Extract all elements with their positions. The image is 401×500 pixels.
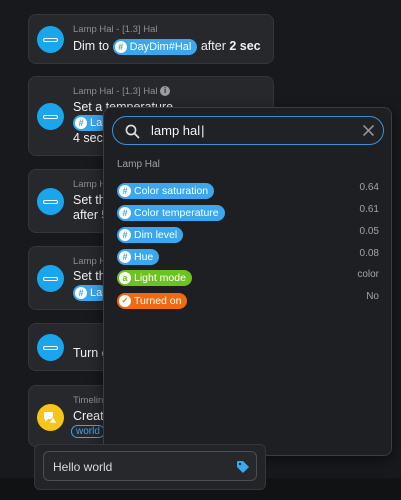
search-input[interactable]: lamp hal (112, 116, 384, 145)
hash-icon: # (119, 185, 131, 197)
card-subtitle: Lamp Hal - [1.3] Hal (73, 24, 158, 35)
lamp-icon (37, 188, 64, 215)
hash-icon: # (75, 117, 87, 129)
hash-icon: # (114, 41, 127, 53)
group-label: Lamp Hal (117, 159, 160, 170)
list-item[interactable]: # Color saturation 0.64 (117, 181, 379, 199)
lamp-icon (37, 26, 64, 53)
variable-tag: a Light mode (117, 270, 192, 286)
list-item[interactable]: # Dim level 0.05 (117, 225, 379, 243)
card-text: Dim to # DayDim#Hal after 2 sec (73, 39, 261, 55)
variable-tag: # Color saturation (117, 183, 215, 199)
lamp-icon (37, 334, 64, 361)
variable-tag: # Hue (117, 249, 160, 265)
text-type-icon: a (119, 272, 131, 284)
hash-icon: # (119, 251, 131, 263)
hash-icon: # (119, 229, 131, 241)
message-input[interactable]: Hello world (43, 451, 257, 481)
variable-picker-dropdown: lamp hal Lamp Hal #Color saturation 0.64… (103, 107, 392, 456)
list-item[interactable]: a Light mode color (117, 268, 379, 286)
tag-icon[interactable] (236, 460, 250, 474)
card-subtitle: Lamp Hal - [1.3] Hal i (73, 86, 171, 97)
clear-icon[interactable] (362, 124, 375, 137)
list-item[interactable]: # Color temperature 0.61 (117, 203, 379, 221)
lamp-icon (37, 265, 64, 292)
list-item[interactable]: ✓ Turned on No (117, 290, 379, 309)
hash-icon: # (119, 207, 131, 219)
variable-tag[interactable]: world (71, 425, 105, 438)
info-icon[interactable]: i (160, 86, 171, 97)
list-item[interactable]: # Hue 0.08 (117, 247, 379, 265)
search-query: lamp hal (151, 123, 205, 138)
search-icon (125, 124, 140, 139)
card-subtitle: Lamp H (73, 179, 107, 190)
timeline-icon (37, 404, 64, 431)
variable-tag: # Dim level (117, 227, 184, 243)
lamp-icon (37, 103, 64, 130)
hash-icon: # (75, 287, 87, 299)
timeline-card-dim[interactable]: Lamp Hal - [1.3] Hal Dim to # DayDim#Hal … (28, 14, 274, 64)
card-subtitle: Lamp H (73, 256, 107, 267)
variable-tag: # Color temperature (117, 205, 225, 221)
variable-tag[interactable]: # DayDim#Hal (112, 39, 198, 55)
composer-card: Hello world (34, 444, 266, 490)
checkmark-icon: ✓ (119, 295, 131, 307)
variable-tag: ✓ Turned on (117, 293, 188, 309)
